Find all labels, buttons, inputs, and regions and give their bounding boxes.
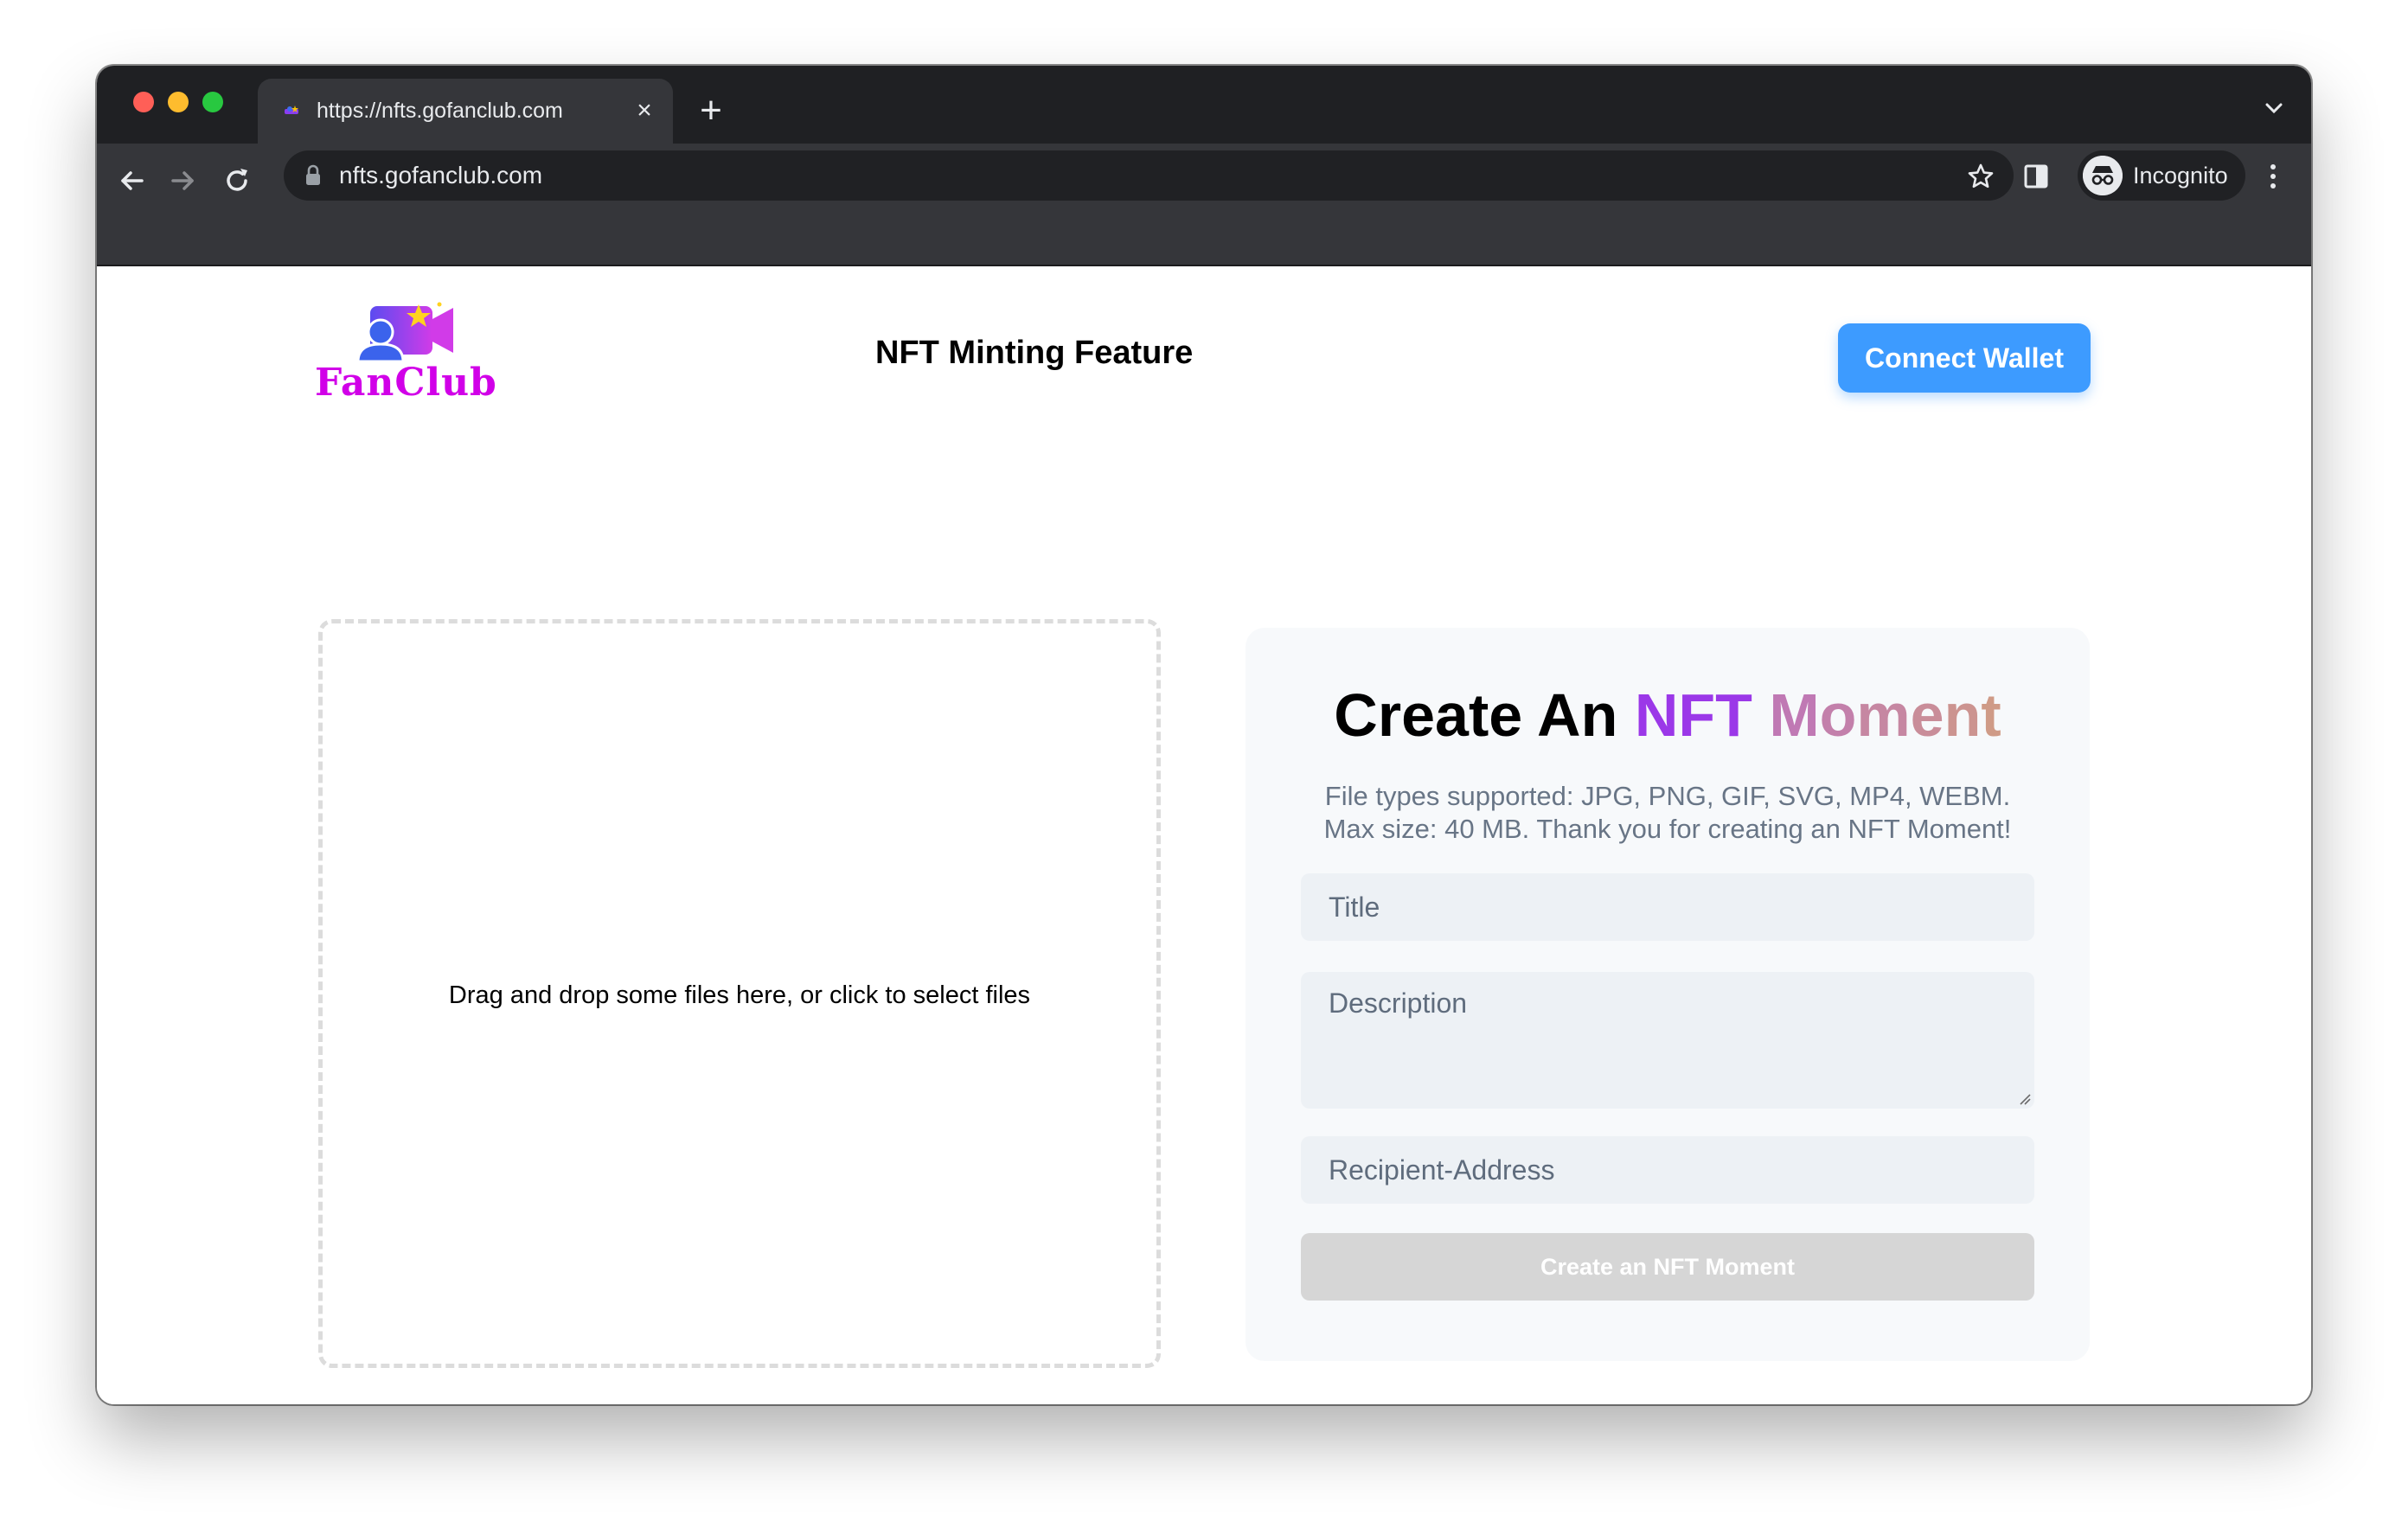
fanclub-logo[interactable]: FanClub [315,301,496,405]
more-menu-icon[interactable] [2268,163,2278,190]
page-title: NFT Minting Feature [875,335,1194,371]
minimize-window-button[interactable] [168,92,189,112]
browser-toolbar: nfts.gofanclub.com Incognito [97,144,2311,266]
heading-accent-nft: NFT [1634,681,1752,749]
title-input[interactable]: Title [1301,873,2034,941]
address-text[interactable]: nfts.gofanclub.com [339,161,542,190]
description-placeholder: Description [1329,988,1468,1019]
heading-letter: t [1981,681,2001,749]
fanclub-favicon-icon [285,105,298,114]
heading-letter: n [1944,681,1982,749]
incognito-profile-button[interactable]: Incognito [2078,150,2245,201]
heading-letter: e [1910,681,1944,749]
reload-icon[interactable] [220,163,254,198]
tab-strip: https://nfts.gofanclub.com × + [97,66,2311,144]
lock-icon[interactable] [304,164,322,187]
description-textarea[interactable]: Description [1301,972,2034,1109]
incognito-icon [2083,156,2123,195]
subtitle-line-1: File types supported: JPG, PNG, GIF, SVG… [1324,781,2011,811]
side-panel-icon[interactable] [2022,163,2050,190]
heading-letter: m [1856,681,1911,749]
heading-letter: M [1769,681,1820,749]
close-icon[interactable]: × [631,98,657,124]
resize-handle-icon[interactable] [2017,1091,2031,1105]
logo-wordmark: FanClub [315,361,497,405]
form-subtitle: File types supported: JPG, PNG, GIF, SVG… [1280,780,2055,846]
logo-camera-icon [356,302,453,363]
page-content: FanClub NFT Minting Feature Connect Wall… [97,266,2311,1404]
mint-form-card: Create An NFT Moment File types supporte… [1246,628,2090,1361]
heading-plain: Create An [1334,681,1618,749]
incognito-label: Incognito [2133,163,2228,189]
bookmark-star-icon[interactable] [1967,163,1995,190]
back-arrow-icon[interactable] [114,163,149,198]
heading-letter: o [1819,681,1857,749]
tab-title: https://nfts.gofanclub.com [317,99,563,123]
create-nft-button[interactable]: Create an NFT Moment [1301,1233,2034,1301]
address-bar[interactable]: nfts.gofanclub.com [284,150,2014,201]
recipient-address-input[interactable]: Recipient-Address [1301,1136,2034,1204]
dropzone-instructions: Drag and drop some files here, or click … [448,981,1031,1009]
maximize-window-button[interactable] [202,92,223,112]
forward-arrow-icon[interactable] [166,163,201,198]
browser-window: https://nfts.gofanclub.com × + nfts.gofa… [97,66,2311,1404]
title-placeholder: Title [1329,892,1380,923]
form-heading: Create An NFT Moment [1246,680,2090,751]
heading-accent-moment: Moment [1769,681,2001,749]
chevron-down-icon[interactable] [2263,97,2285,119]
plus-icon[interactable]: + [694,92,728,130]
recipient-placeholder: Recipient-Address [1329,1154,1555,1186]
browser-tab[interactable]: https://nfts.gofanclub.com × [258,79,673,144]
connect-wallet-button[interactable]: Connect Wallet [1838,323,2091,393]
file-dropzone[interactable]: Drag and drop some files here, or click … [318,619,1161,1368]
close-window-button[interactable] [133,92,154,112]
subtitle-line-2: Max size: 40 MB. Thank you for creating … [1323,814,2012,844]
